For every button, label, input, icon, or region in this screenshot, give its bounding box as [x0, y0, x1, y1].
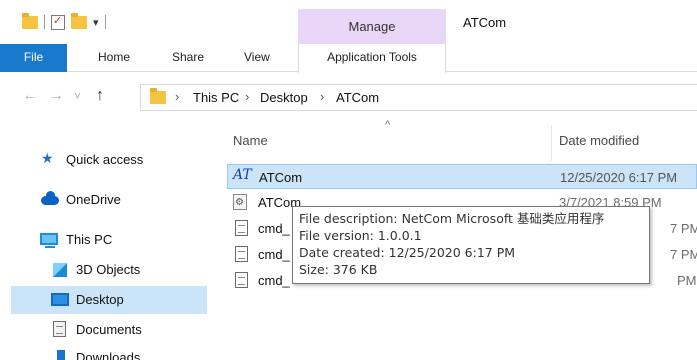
- tooltip-size: Size: 376 KB: [299, 262, 378, 277]
- recent-locations-button[interactable]: ˅: [74, 89, 81, 103]
- sidebar-item-label: This PC: [66, 232, 113, 247]
- window-title: ATCom: [463, 15, 507, 30]
- tab-file[interactable]: File: [0, 44, 67, 72]
- sidebar-item-desktop[interactable]: Desktop: [11, 286, 207, 314]
- file-name: ATCom: [259, 170, 303, 185]
- column-header-date-modified[interactable]: Date modified: [559, 133, 639, 148]
- tab-view[interactable]: View: [244, 44, 270, 72]
- documents-icon: [53, 321, 66, 337]
- tab-share[interactable]: Share: [172, 44, 204, 72]
- table-row[interactable]: AT ATCom 12/25/2020 6:17 PM: [227, 164, 697, 189]
- toolbar-separator: [104, 15, 106, 29]
- breadcrumb-this-pc[interactable]: This PC: [193, 90, 239, 105]
- sidebar-item-documents[interactable]: Documents: [0, 316, 207, 344]
- file-date: 12/25/2020 6:17 PM: [560, 170, 678, 185]
- sidebar-item-label: Desktop: [76, 292, 124, 307]
- sidebar-item-downloads[interactable]: Downloads: [0, 346, 207, 360]
- tooltip-file-version: File version: 1.0.0.1: [299, 228, 422, 243]
- folder-icon: [150, 88, 166, 104]
- file-name: cmd_: [258, 273, 290, 288]
- sidebar-item-label: OneDrive: [66, 192, 121, 207]
- folder-icon[interactable]: [22, 12, 38, 29]
- tooltip-file-description: File description: NetCom Microsoft 基础类应用…: [299, 211, 605, 226]
- navigation-bar: ← → ˅ ↑ › This PC › Desktop › ATCom: [0, 73, 697, 121]
- column-header-name[interactable]: Name: [233, 133, 268, 148]
- tab-application-tools[interactable]: Application Tools: [298, 44, 446, 73]
- desktop-icon: [51, 293, 69, 306]
- config-file-icon: [233, 194, 247, 210]
- column-divider[interactable]: [551, 125, 552, 161]
- toolbar-separator: [44, 15, 45, 29]
- cloud-icon: [41, 191, 59, 205]
- sidebar-item-label: Documents: [76, 322, 142, 337]
- tooltip-date-created: Date created: 12/25/2020 6:17 PM: [299, 245, 516, 260]
- file-name: cmd_: [258, 247, 290, 262]
- text-file-icon: [235, 272, 248, 288]
- ribbon-tab-row: File Home Share View Application Tools: [0, 44, 697, 73]
- sidebar-item-quick-access[interactable]: ★ Quick access: [0, 146, 207, 174]
- sidebar-item-label: Downloads: [76, 350, 141, 360]
- sidebar-item-3d-objects[interactable]: 3D Objects: [0, 256, 207, 284]
- file-date: PM: [677, 273, 697, 288]
- properties-icon[interactable]: [51, 14, 65, 30]
- up-button[interactable]: ↑: [96, 87, 104, 105]
- address-bar[interactable]: › This PC › Desktop › ATCom: [140, 84, 697, 111]
- breadcrumb-separator[interactable]: ›: [175, 89, 179, 104]
- text-file-icon: [235, 246, 248, 262]
- manage-tab-group[interactable]: Manage: [298, 9, 446, 44]
- cube-icon: [53, 263, 67, 277]
- breadcrumb-atcom[interactable]: ATCom: [336, 90, 379, 105]
- title-bar: ▾ Manage ATCom: [0, 0, 697, 44]
- star-icon: ★: [41, 150, 54, 166]
- atcom-app-icon: AT: [233, 167, 252, 183]
- tab-home[interactable]: Home: [98, 44, 130, 72]
- sidebar-item-label: 3D Objects: [76, 262, 141, 277]
- breadcrumb-separator[interactable]: ›: [245, 89, 249, 104]
- breadcrumb-desktop[interactable]: Desktop: [260, 90, 308, 105]
- sort-ascending-icon: ^: [385, 119, 391, 131]
- forward-button[interactable]: →: [48, 87, 64, 105]
- file-info-tooltip: File description: NetCom Microsoft 基础类应用…: [292, 206, 650, 284]
- file-name: cmd_: [258, 221, 290, 236]
- text-file-icon: [235, 220, 248, 236]
- file-date: 7 PM: [670, 247, 697, 262]
- file-date: 7 PM: [670, 221, 697, 236]
- new-folder-icon[interactable]: [71, 12, 87, 29]
- sidebar-item-label: Quick access: [66, 152, 144, 167]
- sidebar-item-this-pc[interactable]: This PC: [0, 226, 207, 254]
- download-icon: [57, 350, 65, 360]
- breadcrumb-separator[interactable]: ›: [320, 89, 324, 104]
- computer-icon: [40, 233, 58, 248]
- customize-toolbar-dropdown[interactable]: ▾: [93, 16, 99, 29]
- back-button[interactable]: ←: [22, 87, 38, 105]
- quick-access-toolbar: ▾: [22, 12, 106, 32]
- navigation-pane: ★ Quick access OneDrive This PC 3D Objec…: [0, 121, 207, 360]
- sidebar-item-onedrive[interactable]: OneDrive: [0, 186, 207, 214]
